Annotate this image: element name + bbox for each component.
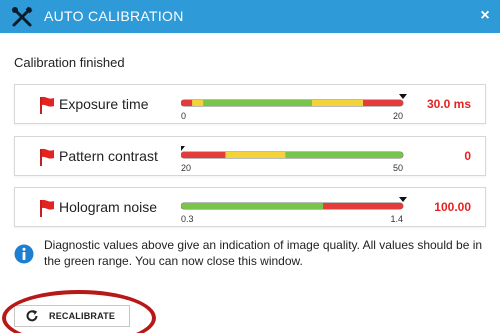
gauge-segment — [285, 152, 403, 158]
gauge-min-label: 0.3 — [181, 214, 194, 224]
flag-icon — [40, 148, 54, 166]
gauge-marker — [181, 146, 185, 151]
gauge-segment — [311, 100, 364, 106]
gauge-max-label: 1.4 — [390, 214, 403, 224]
auto-calibration-dialog: AUTO CALIBRATION × Calibration finished … — [0, 0, 500, 333]
metric-row-pattern-contrast: Pattern contrast 20 50 0 — [14, 136, 486, 176]
recalibrate-label: RECALIBRATE — [49, 311, 116, 321]
hologram-noise-gauge: 0.3 1.4 — [181, 197, 407, 224]
gauge-segment — [363, 100, 403, 106]
gauge-segment — [203, 100, 313, 106]
metric-value: 0 — [464, 149, 471, 163]
metric-label: Hologram noise — [59, 199, 158, 215]
metric-label: Exposure time — [59, 96, 149, 112]
info-icon — [14, 244, 34, 264]
tools-icon — [12, 6, 33, 27]
refresh-icon — [26, 310, 38, 322]
close-button[interactable]: × — [476, 7, 494, 25]
gauge-segment — [181, 203, 324, 209]
gauge-marker — [399, 197, 407, 202]
status-text: Calibration finished — [14, 55, 125, 70]
gauge-segment — [181, 100, 193, 106]
exposure-time-gauge: 0 20 — [181, 94, 407, 121]
gauge-segment — [225, 152, 286, 158]
title-bar: AUTO CALIBRATION × — [0, 0, 500, 33]
pattern-contrast-gauge: 20 50 — [181, 146, 404, 173]
dialog-title: AUTO CALIBRATION — [44, 8, 184, 24]
info-message: Diagnostic values above give an indicati… — [44, 238, 483, 268]
gauge-segment — [192, 100, 204, 106]
gauge-segment — [323, 203, 403, 209]
gauge-max-label: 50 — [393, 163, 403, 173]
flag-icon — [40, 199, 54, 217]
gauge-min-label: 20 — [181, 163, 191, 173]
flag-icon — [40, 96, 54, 114]
recalibrate-button[interactable]: RECALIBRATE — [14, 305, 130, 327]
metric-label: Pattern contrast — [59, 148, 158, 164]
metric-row-exposure-time: Exposure time 0 20 30.0 ms — [14, 84, 486, 124]
gauge-segment — [181, 152, 226, 158]
metric-value: 30.0 ms — [426, 97, 471, 111]
gauge-marker — [399, 94, 407, 99]
metric-row-hologram-noise: Hologram noise 0.3 1.4 100.00 — [14, 187, 486, 227]
metric-value: 100.00 — [434, 200, 471, 214]
gauge-min-label: 0 — [181, 111, 186, 121]
gauge-max-label: 20 — [393, 111, 403, 121]
